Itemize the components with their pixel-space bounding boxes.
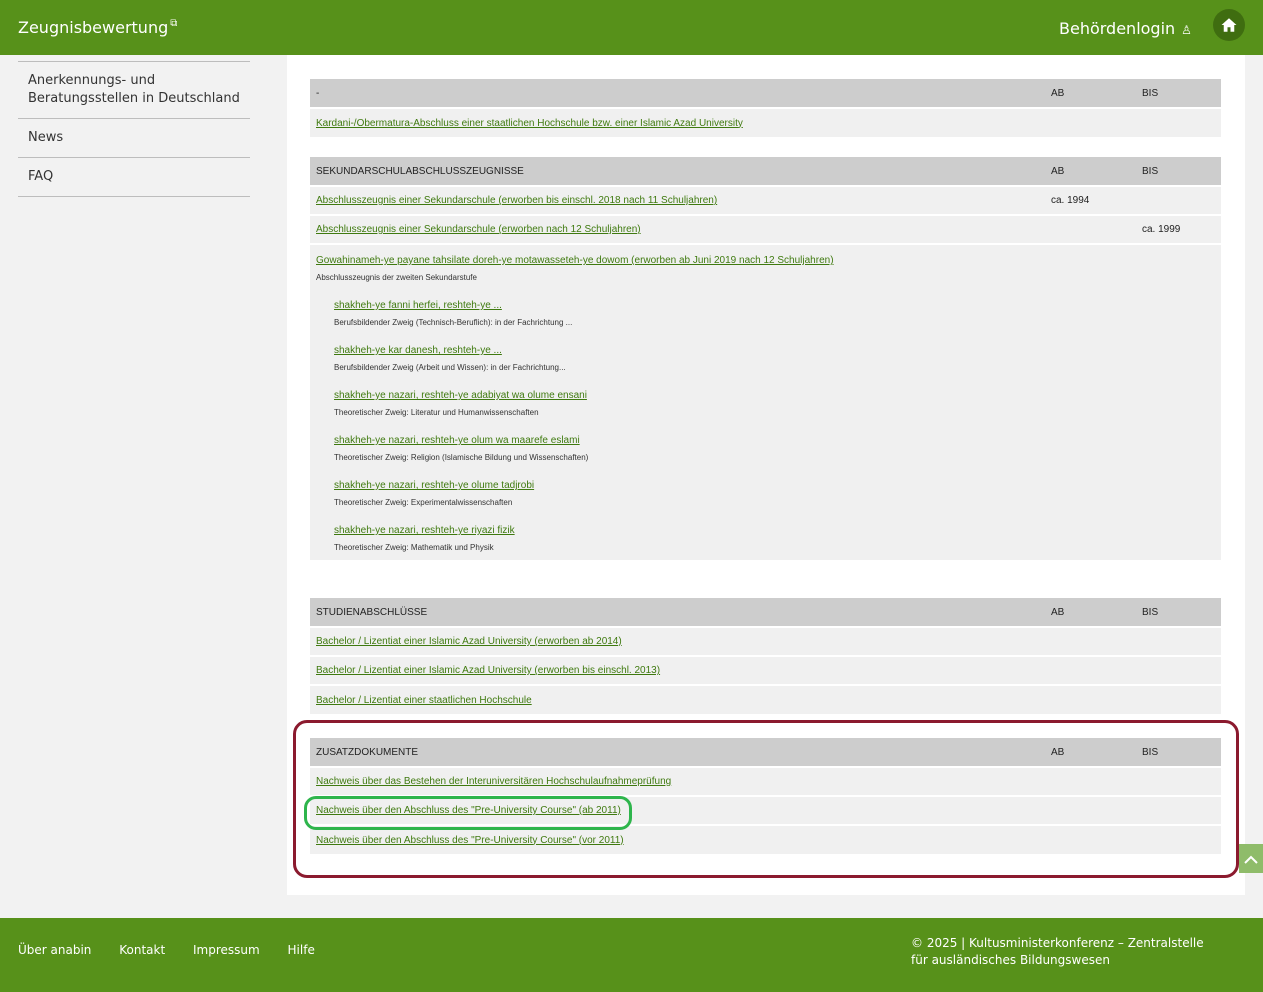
sub-document-description: Berufsbildender Zweig (Technisch-Berufli… [334, 318, 573, 327]
external-link-icon: ⧉ [170, 18, 178, 29]
sub-document-description: Theoretischer Zweig: Literatur und Human… [334, 408, 539, 417]
footer: Über anabin Kontakt Impressum Hilfe © 20… [0, 918, 1263, 992]
column-ab: AB [1045, 598, 1136, 627]
document-link[interactable]: Kardani-/Obermatura-Abschluss einer staa… [316, 118, 743, 129]
section-header: STUDIENABSCHLÜSSE [310, 598, 1045, 627]
sub-item: shakheh-ye nazari, reshteh-ye olume tadj… [316, 480, 1215, 507]
footer-link-help[interactable]: Hilfe [288, 943, 315, 957]
table-row: Bachelor / Lizentiat einer Islamic Azad … [310, 626, 1221, 656]
section-secondary-certificates: SEKUNDARSCHULABSCHLUSSZEUGNISSE AB BIS A… [310, 157, 1221, 560]
footer-links: Über anabin Kontakt Impressum Hilfe [18, 943, 339, 957]
scroll-to-top-button[interactable] [1239, 844, 1263, 873]
user-icon: ♙ [1181, 23, 1192, 37]
cell-ab: ca. 1994 [1045, 185, 1136, 215]
sidebar-item-news[interactable]: News [18, 118, 250, 157]
section-header: - [310, 79, 1045, 108]
cell-bis [1136, 684, 1221, 714]
cell-bis [1136, 185, 1221, 215]
section-header: SEKUNDARSCHULABSCHLUSSZEUGNISSE [310, 157, 1045, 186]
cell-ab [1045, 214, 1136, 244]
sidebar: Anerkennungs- und Beratungsstellen in De… [18, 61, 250, 197]
document-link[interactable]: Bachelor / Lizentiat einer staatlichen H… [316, 695, 532, 706]
sub-document-description: Theoretischer Zweig: Religion (Islamisch… [334, 453, 589, 462]
column-ab: AB [1045, 79, 1136, 108]
sub-document-link[interactable]: shakheh-ye fanni herfei, reshteh-ye ... [334, 300, 502, 311]
footer-link-contact[interactable]: Kontakt [119, 943, 165, 957]
cell-ab [1045, 684, 1136, 714]
sub-item: shakheh-ye nazari, reshteh-ye adabiyat w… [316, 390, 1215, 417]
column-ab: AB [1045, 157, 1136, 186]
table-row: Gowahinameh-ye payane tahsilate doreh-ye… [310, 243, 1221, 560]
document-link[interactable]: Bachelor / Lizentiat einer Islamic Azad … [316, 636, 622, 647]
document-link[interactable]: Gowahinameh-ye payane tahsilate doreh-ye… [316, 255, 834, 266]
section-general: - AB BIS Kardani-/Obermatura-Abschluss e… [310, 79, 1221, 137]
sub-document-description: Theoretischer Zweig: Experimentalwissens… [334, 498, 513, 507]
sub-document-link[interactable]: shakheh-ye nazari, reshteh-ye olum wa ma… [334, 435, 580, 446]
sub-document-link[interactable]: shakheh-ye nazari, reshteh-ye olume tadj… [334, 480, 534, 491]
column-bis: BIS [1136, 157, 1221, 186]
cell-bis: ca. 1999 [1136, 214, 1221, 244]
table-row: Kardani-/Obermatura-Abschluss einer staa… [310, 107, 1221, 137]
sub-item: shakheh-ye nazari, reshteh-ye riyazi fiz… [316, 525, 1215, 552]
cell-ab [1045, 626, 1136, 656]
footer-link-about[interactable]: Über anabin [18, 943, 91, 957]
cell-ab [1045, 655, 1136, 685]
top-bar: Zeugnisbewertung ⧉ Behördenlogin ♙ [0, 0, 1263, 55]
table-row: Bachelor / Lizentiat einer staatlichen H… [310, 684, 1221, 714]
sub-document-link[interactable]: shakheh-ye nazari, reshteh-ye adabiyat w… [334, 390, 587, 401]
cell-bis [1136, 107, 1221, 137]
section-degrees: STUDIENABSCHLÜSSE AB BIS Bachelor / Lize… [310, 598, 1221, 714]
column-bis: BIS [1136, 79, 1221, 108]
home-icon [1221, 18, 1237, 32]
cell-bis [1136, 626, 1221, 656]
home-button[interactable] [1213, 9, 1245, 41]
sub-item: shakheh-ye kar danesh, reshteh-ye ... Be… [316, 345, 1215, 372]
sidebar-item-label: FAQ [28, 169, 54, 184]
sidebar-item-label: Anerkennungs- und Beratungsstellen in De… [28, 73, 240, 106]
authority-login-link[interactable]: Behördenlogin ♙ [1059, 19, 1192, 38]
sub-item: shakheh-ye nazari, reshteh-ye olum wa ma… [316, 435, 1215, 462]
brand-title: Zeugnisbewertung [18, 18, 169, 37]
sub-document-description: Theoretischer Zweig: Mathematik und Phys… [334, 543, 494, 552]
document-link[interactable]: Bachelor / Lizentiat einer Islamic Azad … [316, 665, 660, 676]
document-link[interactable]: Abschlusszeugnis einer Sekundarschule (e… [316, 195, 717, 206]
table-row: Abschlusszeugnis einer Sekundarschule (e… [310, 185, 1221, 215]
document-link[interactable]: Abschlusszeugnis einer Sekundarschule (e… [316, 224, 641, 235]
sidebar-item-faq[interactable]: FAQ [18, 157, 250, 197]
table-row: Bachelor / Lizentiat einer Islamic Azad … [310, 655, 1221, 685]
sub-document-link[interactable]: shakheh-ye nazari, reshteh-ye riyazi fiz… [334, 525, 515, 536]
footer-link-imprint[interactable]: Impressum [193, 943, 260, 957]
chevron-up-icon [1244, 855, 1258, 864]
table-row: Abschlusszeugnis einer Sekundarschule (e… [310, 214, 1221, 244]
sidebar-item-recognition-offices[interactable]: Anerkennungs- und Beratungsstellen in De… [18, 61, 250, 118]
document-description: Abschlusszeugnis der zweiten Sekundarstu… [316, 273, 477, 282]
sub-document-description: Berufsbildender Zweig (Arbeit und Wissen… [334, 363, 566, 372]
cell-bis [1136, 655, 1221, 685]
cell-ab [1045, 107, 1136, 137]
sidebar-item-label: News [28, 130, 64, 145]
sub-document-link[interactable]: shakheh-ye kar danesh, reshteh-ye ... [334, 345, 502, 356]
highlight-annotation-green [304, 796, 632, 830]
brand-link[interactable]: Zeugnisbewertung ⧉ [18, 18, 177, 37]
copyright-text: © 2025 | Kultusministerkonferenz – Zentr… [911, 936, 1204, 967]
column-bis: BIS [1136, 598, 1221, 627]
sub-item: shakheh-ye fanni herfei, reshteh-ye ... … [316, 300, 1215, 327]
login-label: Behördenlogin [1059, 19, 1176, 38]
